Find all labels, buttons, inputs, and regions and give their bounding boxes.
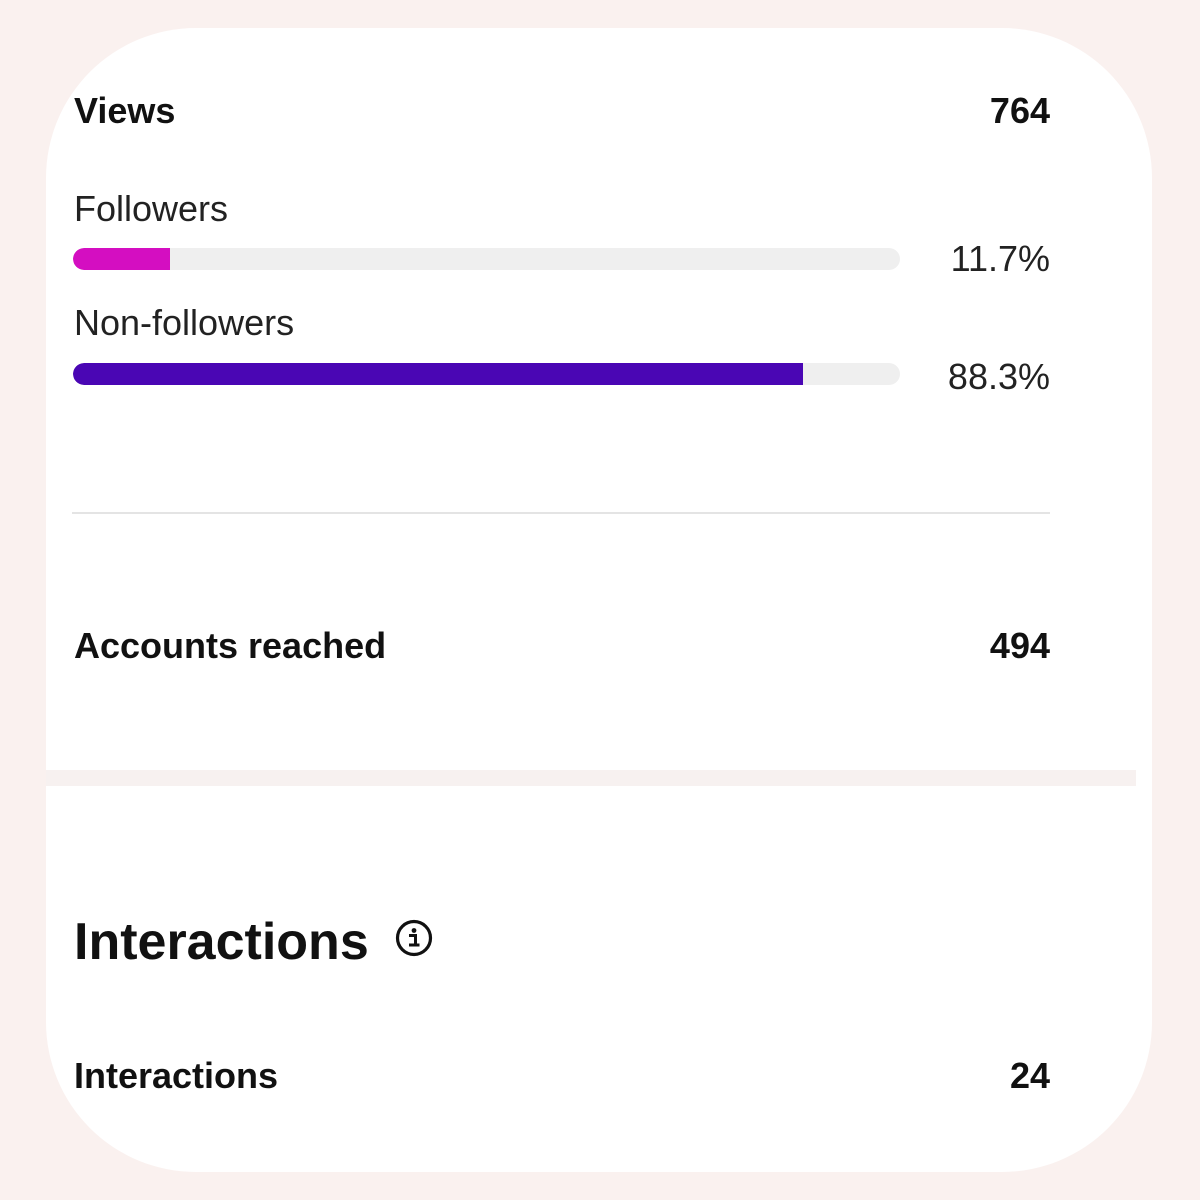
followers-percent: 11.7% bbox=[950, 238, 1050, 279]
insights-card: Views 764 Followers 11.7% Non-followers … bbox=[46, 28, 1152, 1172]
interactions-label: Interactions bbox=[74, 1055, 279, 1096]
views-value: 764 bbox=[989, 90, 1050, 131]
section-separator-band bbox=[46, 770, 1136, 786]
followers-bar bbox=[73, 248, 900, 270]
views-label: Views bbox=[74, 90, 176, 131]
non-followers-percent: 88.3% bbox=[947, 356, 1050, 397]
non-followers-bar-fill bbox=[73, 363, 804, 385]
non-followers-bar bbox=[73, 363, 900, 385]
views-row: Views 764 bbox=[74, 90, 1050, 132]
next-row-cutoff bbox=[154, 1156, 244, 1172]
section-divider bbox=[72, 512, 1050, 514]
non-followers-label: Non-followers bbox=[74, 302, 295, 343]
interactions-title: Interactions bbox=[74, 913, 369, 971]
accounts-reached-row: Accounts reached 494 bbox=[74, 625, 1050, 667]
interactions-value: 24 bbox=[1009, 1055, 1050, 1096]
accounts-reached-label: Accounts reached bbox=[74, 625, 387, 666]
interactions-header: Interactions bbox=[74, 912, 433, 972]
info-icon[interactable] bbox=[395, 919, 433, 957]
followers-label: Followers bbox=[74, 188, 229, 229]
accounts-reached-value: 494 bbox=[989, 625, 1050, 666]
followers-bar-fill bbox=[73, 248, 170, 270]
interactions-row: Interactions 24 bbox=[74, 1055, 1050, 1097]
